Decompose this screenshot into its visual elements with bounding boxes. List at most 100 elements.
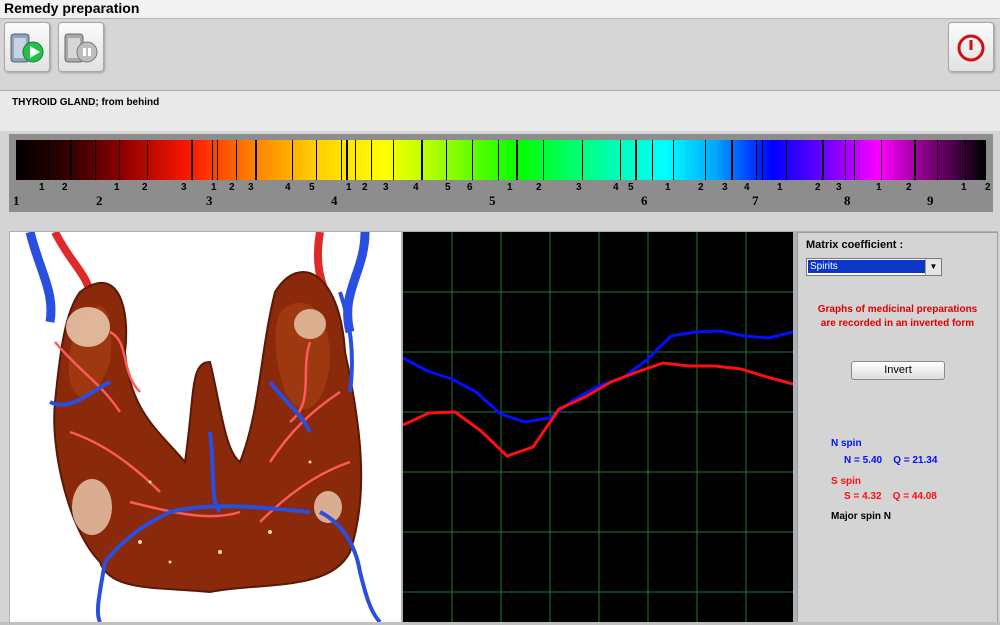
- organ-header: THYROID GLAND; from behind: [0, 91, 1000, 131]
- stop-record-button[interactable]: [58, 22, 104, 72]
- warning-line-2: are recorded in an inverted form: [820, 318, 975, 329]
- spectrum-tick: [705, 140, 706, 180]
- spectrum-tick: [421, 140, 423, 180]
- window-title: Remedy preparation: [4, 0, 140, 16]
- spin-graph-canvas: [403, 232, 793, 622]
- toolbar: [0, 19, 1000, 91]
- spectrum-main-label: 3: [206, 193, 213, 208]
- spectrum-tick: [673, 140, 674, 180]
- color-spectrum-scale: [16, 140, 986, 180]
- organ-image-pane: [10, 232, 401, 622]
- spectrum-tick: [822, 140, 824, 180]
- spectrum-panel: 1212312345123456123451234123121212345678…: [9, 134, 993, 212]
- n-spin-curve: [403, 329, 793, 424]
- spectrum-main-label: 2: [96, 193, 103, 208]
- spectrum-tick: [371, 140, 372, 180]
- matrix-coefficient-select[interactable]: Spirits ▼: [806, 258, 942, 276]
- spectrum-main-label: 7: [752, 193, 759, 208]
- start-record-icon: [10, 33, 44, 63]
- spectrum-tick: [48, 140, 49, 180]
- spectrum-sub-label: 2: [62, 182, 68, 193]
- chevron-down-icon[interactable]: ▼: [925, 259, 941, 275]
- side-panel: Matrix coefficient : Spirits ▼ Graphs of…: [797, 232, 998, 623]
- spectrum-tick: [95, 140, 96, 180]
- spectrum-sub-label: 2: [142, 182, 148, 193]
- spectrum-tick: [498, 140, 499, 180]
- power-icon: [957, 34, 985, 62]
- power-button[interactable]: [948, 22, 994, 72]
- spectrum-sub-label: 1: [507, 182, 513, 193]
- spin-graph: [403, 232, 793, 622]
- spectrum-sub-label: 3: [248, 182, 254, 193]
- spectrum-tick: [845, 140, 846, 180]
- spectrum-tick: [881, 140, 882, 180]
- s-spin-curve: [403, 361, 793, 458]
- spectrum-tick: [965, 140, 966, 180]
- spectrum-sub-label: 2: [536, 182, 542, 193]
- spectrum-tick: [70, 140, 72, 180]
- spectrum-tick: [543, 140, 544, 180]
- spectrum-sub-label: 6: [467, 182, 473, 193]
- organ-name: THYROID GLAND; from behind: [12, 97, 160, 108]
- spectrum-main-label: 8: [844, 193, 851, 208]
- spectrum-sub-label: 1: [346, 182, 352, 193]
- spectrum-tick: [937, 140, 938, 180]
- warning-line-1: Graphs of medicinal preparations: [817, 304, 978, 315]
- spectrum-tick: [620, 140, 621, 180]
- spectrum-tick: [147, 140, 148, 180]
- spectrum-sub-label: 3: [181, 182, 187, 193]
- spectrum-tick: [981, 140, 982, 180]
- spectrum-main-label: 9: [927, 193, 934, 208]
- spectrum-sub-label: 2: [815, 182, 821, 193]
- start-record-button[interactable]: [4, 22, 50, 72]
- spectrum-sub-label: 1: [777, 182, 783, 193]
- stop-record-icon: [64, 33, 98, 63]
- spectrum-sub-label: 2: [229, 182, 235, 193]
- spectrum-tick: [652, 140, 653, 180]
- spectrum-tick: [316, 140, 317, 180]
- spectrum-sub-label: 1: [211, 182, 217, 193]
- spectrum-tick: [516, 140, 518, 180]
- spectrum-tick: [236, 140, 237, 180]
- spectrum-tick: [292, 140, 293, 180]
- major-spin: Major spin N: [831, 511, 892, 522]
- spectrum-sub-label: 4: [285, 182, 291, 193]
- spectrum-sub-label: 2: [906, 182, 912, 193]
- n-spin-title: N spin: [831, 438, 862, 449]
- s-spin-title: S spin: [831, 476, 862, 487]
- spectrum-tick: [472, 140, 473, 180]
- thyroid-gland-illustration: [10, 232, 401, 622]
- spectrum-tick: [786, 140, 787, 180]
- spectrum-tick: [393, 140, 394, 180]
- spectrum-main-label: 6: [641, 193, 648, 208]
- spectrum-tick: [119, 140, 120, 180]
- n-spin-values: N = 5.40 Q = 21.34: [844, 455, 938, 466]
- spectrum-sub-label: 1: [876, 182, 882, 193]
- inverted-form-warning: Graphs of medicinal preparations are rec…: [798, 303, 997, 331]
- spectrum-sub-label: 5: [445, 182, 451, 193]
- spectrum-tick: [217, 140, 218, 180]
- spectrum-tick: [446, 140, 447, 180]
- spectrum-sub-label: 1: [961, 182, 967, 193]
- spectrum-tick: [756, 140, 757, 180]
- spectrum-tick: [731, 140, 733, 180]
- window-titlebar: Remedy preparation: [0, 0, 1000, 19]
- spectrum-tick: [355, 140, 356, 180]
- spectrum-tick: [346, 140, 348, 180]
- spectrum-tick: [212, 140, 213, 180]
- invert-button[interactable]: Invert: [851, 361, 945, 380]
- spectrum-sub-label: 2: [362, 182, 368, 193]
- spectrum-sub-label: 3: [383, 182, 389, 193]
- spectrum-sub-label: 3: [576, 182, 582, 193]
- spectrum-tick: [914, 140, 916, 180]
- spectrum-sub-label: 1: [665, 182, 671, 193]
- matrix-coefficient-value: Spirits: [808, 260, 925, 273]
- spectrum-main-label: 1: [13, 193, 20, 208]
- spectrum-tick: [191, 140, 193, 180]
- spectrum-tick: [854, 140, 855, 180]
- spectrum-sub-label: 4: [744, 182, 750, 193]
- spectrum-tick: [582, 140, 583, 180]
- matrix-coefficient-label: Matrix coefficient :: [806, 239, 904, 251]
- spectrum-sub-label: 4: [613, 182, 619, 193]
- spectrum-tick: [341, 140, 342, 180]
